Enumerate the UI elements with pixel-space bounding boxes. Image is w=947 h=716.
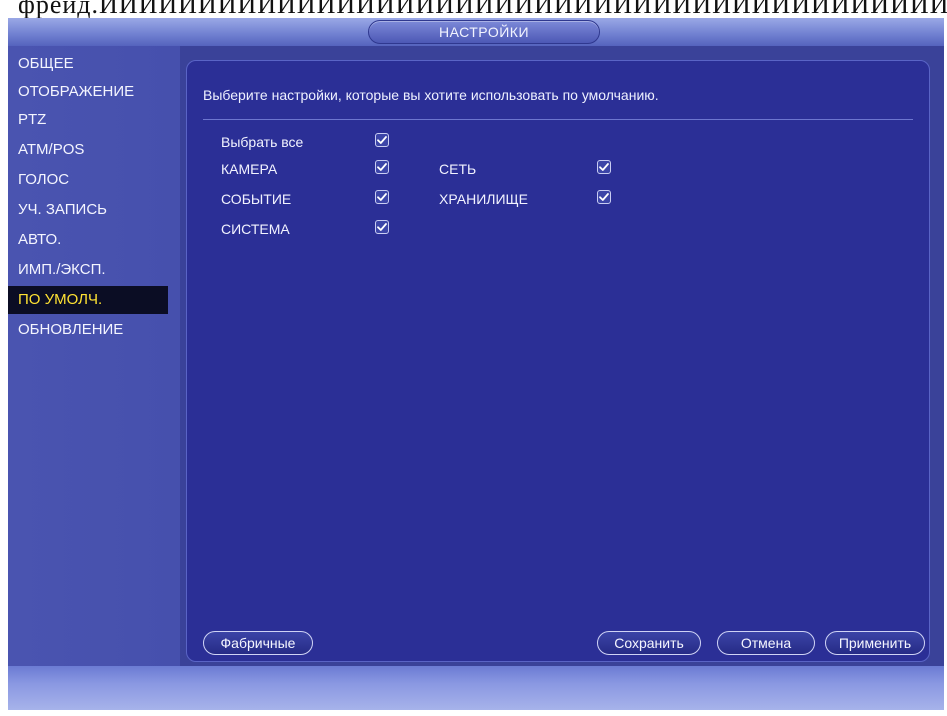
event-label: СОБЫТИЕ <box>221 191 292 207</box>
network-label: СЕТЬ <box>439 161 477 177</box>
system-label: СИСТЕМА <box>221 221 290 237</box>
dvr-screen: НАСТРОЙКИ ОБЩЕЕ ОТОБРАЖЕНИЕ PTZ ATM/POS … <box>8 18 944 710</box>
sidebar: ОБЩЕЕ ОТОБРАЖЕНИЕ PTZ ATM/POS ГОЛОС УЧ. … <box>8 46 180 666</box>
camera-checkbox[interactable] <box>375 160 389 174</box>
sidebar-item-atm-pos[interactable]: ATM/POS <box>8 136 168 164</box>
sidebar-item-display[interactable]: ОТОБРАЖЕНИЕ <box>8 78 168 106</box>
title-bar: НАСТРОЙКИ <box>8 18 944 46</box>
sidebar-item-ptz[interactable]: PTZ <box>8 106 168 134</box>
checkmark-icon <box>599 193 609 201</box>
sidebar-item-voice[interactable]: ГОЛОС <box>8 166 168 194</box>
instruction-text: Выберите настройки, которые вы хотите ис… <box>203 87 659 103</box>
status-bar <box>8 666 944 710</box>
default-settings-panel: Выберите настройки, которые вы хотите ис… <box>186 60 930 662</box>
caption-text: фрейд.ИИИИИИИИИИИИИИИИИИИИИИИИИИИИИИИИИИ… <box>18 0 947 19</box>
network-checkbox[interactable] <box>597 160 611 174</box>
sidebar-item-account[interactable]: УЧ. ЗАПИСЬ <box>8 196 168 224</box>
divider <box>203 119 913 120</box>
select-all-checkbox[interactable] <box>375 133 389 147</box>
storage-checkbox[interactable] <box>597 190 611 204</box>
select-all-label: Выбрать все <box>221 134 304 150</box>
factory-button[interactable]: Фабричные <box>203 631 313 655</box>
sidebar-item-update[interactable]: ОБНОВЛЕНИЕ <box>8 316 168 344</box>
apply-button[interactable]: Применить <box>825 631 925 655</box>
checkmark-icon <box>599 163 609 171</box>
sidebar-item-auto[interactable]: АВТО. <box>8 226 168 254</box>
system-checkbox[interactable] <box>375 220 389 234</box>
sidebar-item-import-export[interactable]: ИМП./ЭКСП. <box>8 256 168 284</box>
camera-label: КАМЕРА <box>221 161 278 177</box>
save-button[interactable]: Сохранить <box>597 631 701 655</box>
checkmark-icon <box>377 136 387 144</box>
event-checkbox[interactable] <box>375 190 389 204</box>
sidebar-item-default[interactable]: ПО УМОЛЧ. <box>8 286 168 314</box>
storage-label: ХРАНИЛИЩЕ <box>439 191 528 207</box>
checkmark-icon <box>377 163 387 171</box>
checkmark-icon <box>377 193 387 201</box>
checkmark-icon <box>377 223 387 231</box>
window-title: НАСТРОЙКИ <box>368 20 600 44</box>
sidebar-item-general[interactable]: ОБЩЕЕ <box>8 50 168 78</box>
cancel-button[interactable]: Отмена <box>717 631 815 655</box>
